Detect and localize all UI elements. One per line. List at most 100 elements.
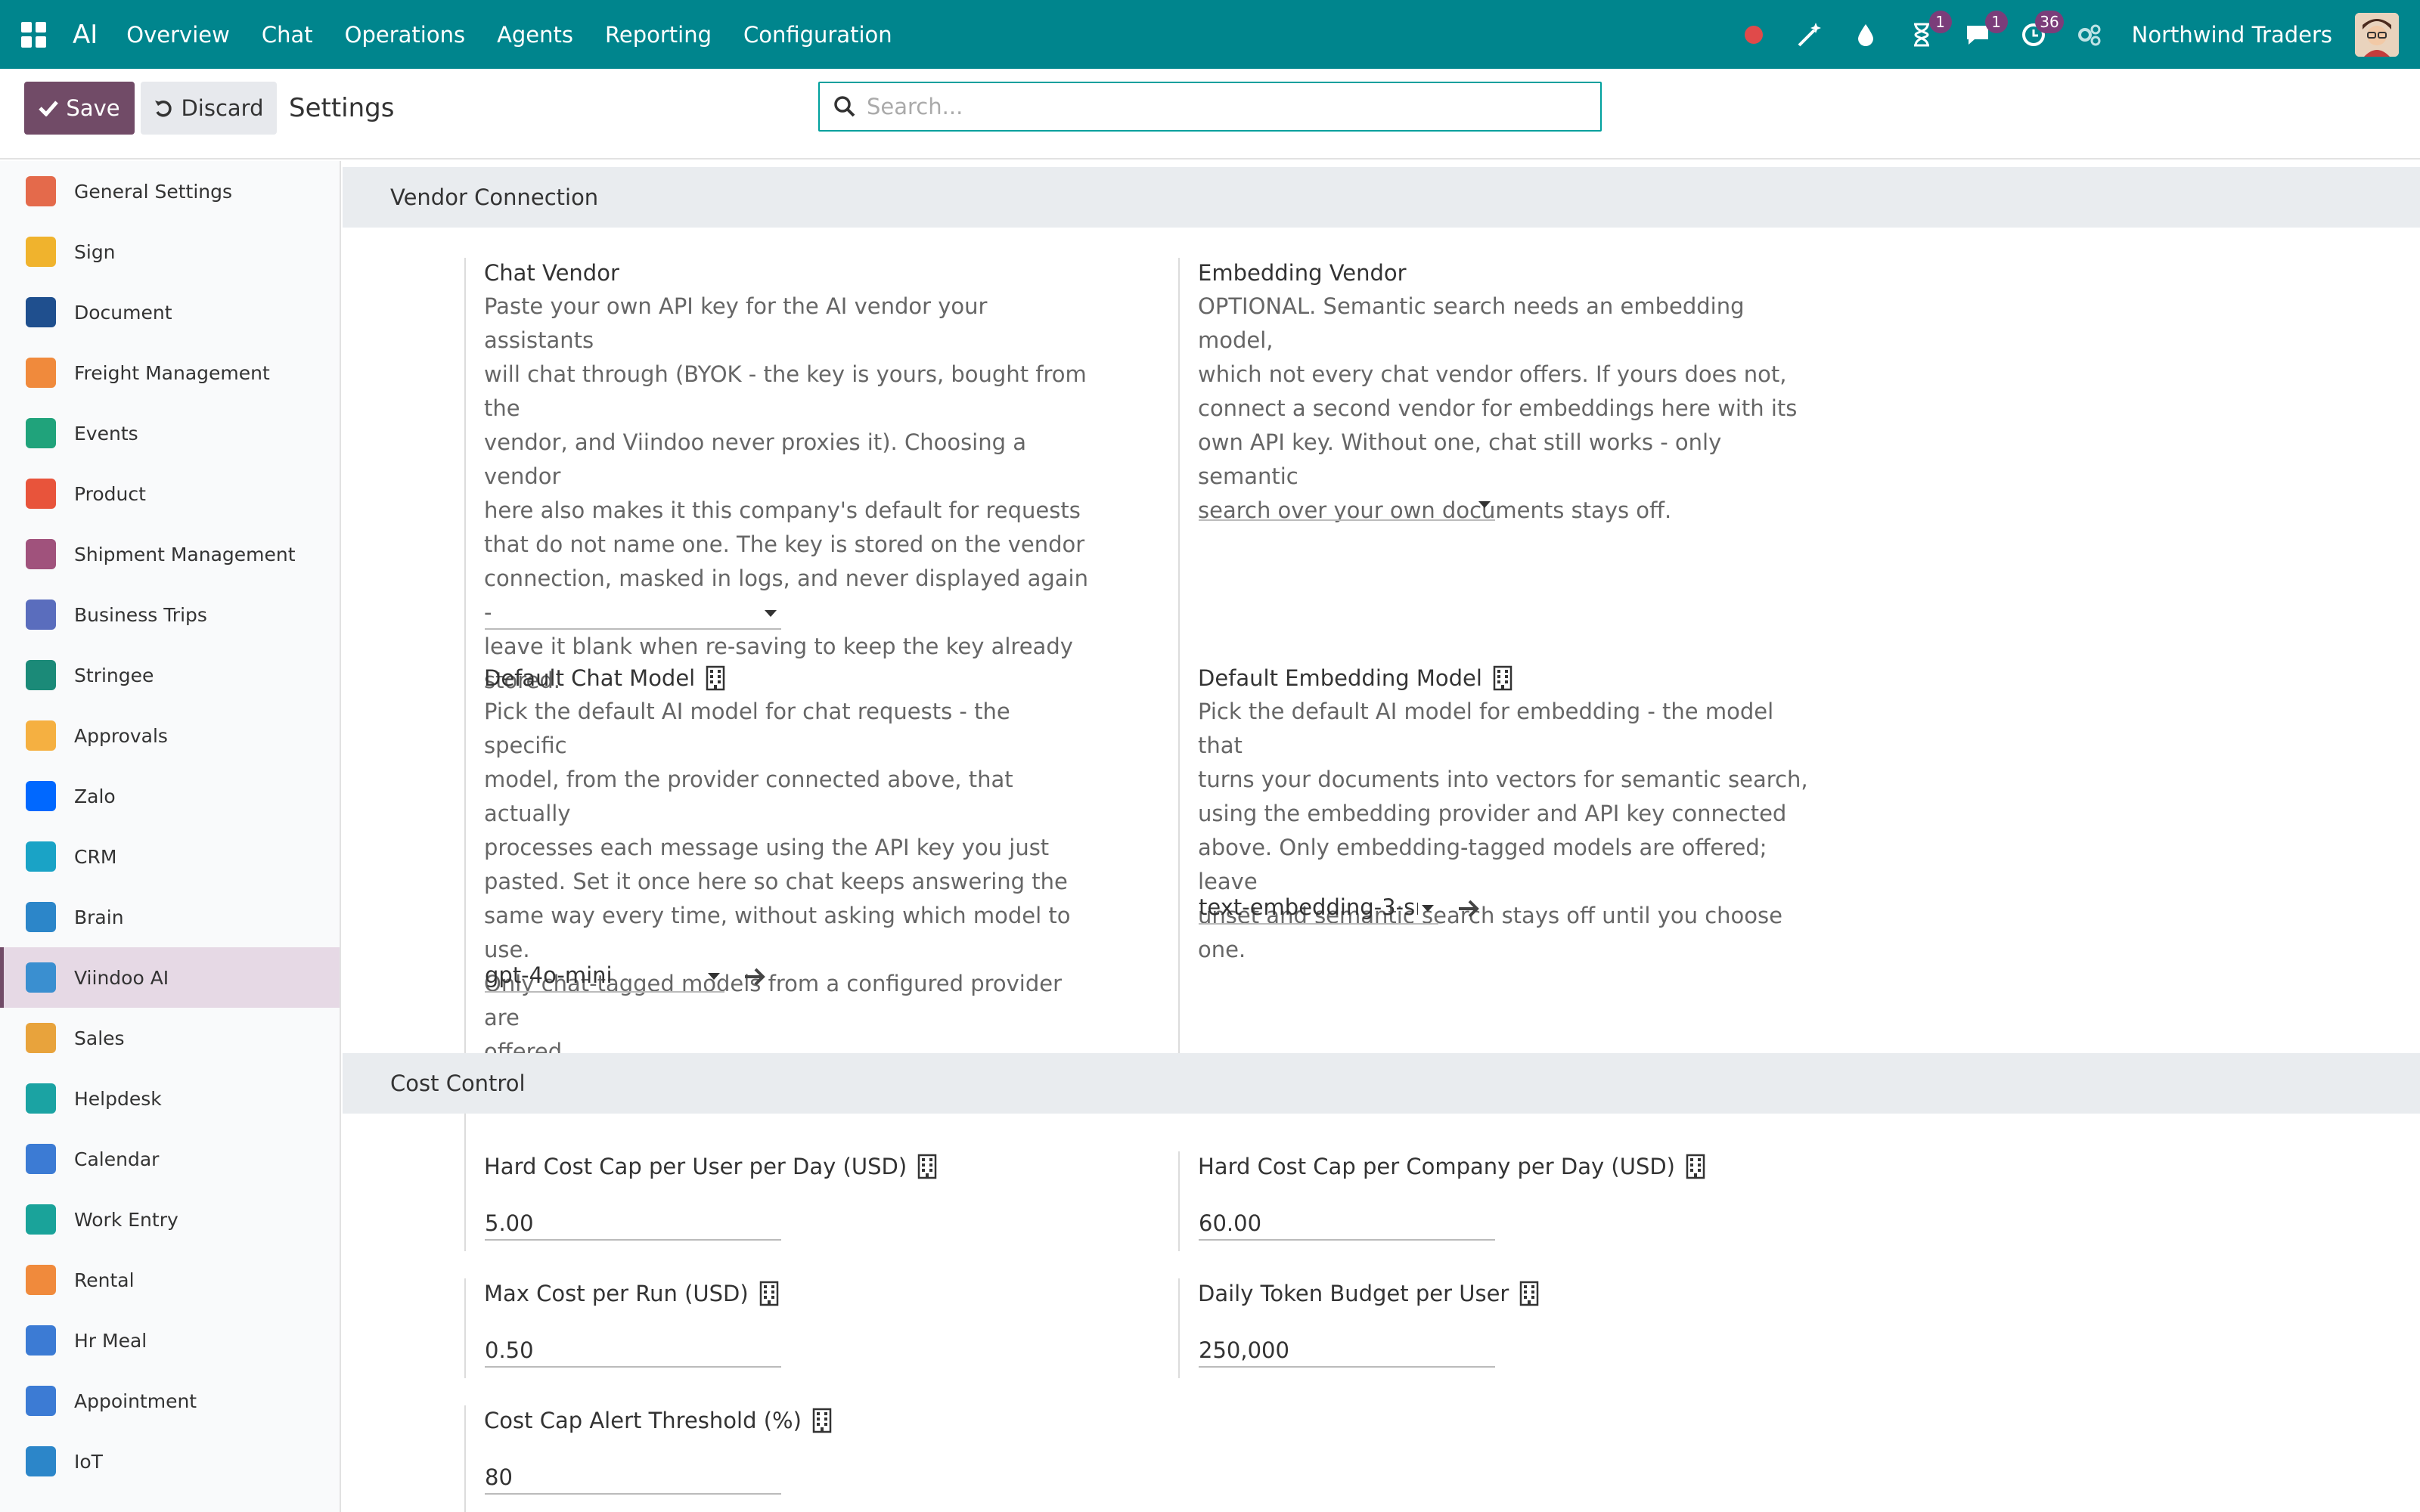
arrow-right-icon[interactable] xyxy=(743,965,768,988)
section-cost-control: Cost Control xyxy=(343,1053,2420,1114)
company-building-icon xyxy=(917,1154,937,1179)
sidebar-item-appointment[interactable]: Appointment xyxy=(0,1371,340,1431)
sidebar-item-document[interactable]: Document xyxy=(0,282,340,342)
sidebar-item-calendar[interactable]: Calendar xyxy=(0,1129,340,1189)
token-budget-input[interactable]: 250,000 xyxy=(1199,1334,1495,1368)
menu-overview[interactable]: Overview xyxy=(126,22,230,48)
sidebar-item-hr-meal[interactable]: Hr Meal xyxy=(0,1310,340,1371)
default-chat-model-label: Default Chat Model xyxy=(484,663,1100,693)
max-cost-per-run-input[interactable]: 0.50 xyxy=(485,1334,781,1368)
user-cost-cap-label: Hard Cost Cap per User per Day (USD) xyxy=(484,1151,1100,1182)
freight-icon xyxy=(26,358,56,388)
menu-operations[interactable]: Operations xyxy=(345,22,465,48)
chevron-down-icon xyxy=(1422,905,1434,912)
sidebar-item-label: Calendar xyxy=(74,1148,160,1170)
search-box[interactable] xyxy=(818,82,1602,132)
user-avatar[interactable] xyxy=(2355,12,2399,57)
sidebar-item-business-trips[interactable]: Business Trips xyxy=(0,584,340,645)
sidebar-item-label: CRM xyxy=(74,845,117,868)
save-button[interactable]: Save xyxy=(24,82,135,135)
discard-label: Discard xyxy=(181,95,264,121)
sidebar-item-label: Viindoo AI xyxy=(74,966,169,989)
sidebar-item-shipment-management[interactable]: Shipment Management xyxy=(0,524,340,584)
alert-threshold-label: Cost Cap Alert Threshold (%) xyxy=(484,1405,1100,1436)
timer-badge: 36 xyxy=(2035,10,2064,33)
general-settings-icon xyxy=(26,176,56,206)
company-cost-cap-input[interactable]: 60.00 xyxy=(1199,1207,1495,1241)
chevron-down-icon xyxy=(765,610,777,617)
discard-button[interactable]: Discard xyxy=(141,82,277,135)
company-building-icon xyxy=(812,1408,832,1433)
description-line: pasted. Set it once here so chat keeps a… xyxy=(484,869,1068,894)
sidebar-item-sales[interactable]: Sales xyxy=(0,1008,340,1068)
events-icon xyxy=(26,418,56,448)
alert-threshold-input[interactable]: 80 xyxy=(485,1461,781,1495)
sidebar-item-label: Product xyxy=(74,482,146,505)
sidebar-item-label: Sign xyxy=(74,240,116,263)
description-line: here also makes it this company's defaul… xyxy=(484,497,1081,523)
sidebar-item-stringee[interactable]: Stringee xyxy=(0,645,340,705)
menu-reporting[interactable]: Reporting xyxy=(605,22,712,48)
description-line: leave it blank when re-saving to keep th… xyxy=(484,634,1073,659)
default-embedding-model-select[interactable]: text-embedding-3-small xyxy=(1199,891,1438,925)
sidebar-item-iot[interactable]: IoT xyxy=(0,1431,340,1492)
sidebar-item-label: Approvals xyxy=(74,724,168,747)
sidebar-item-label: Rental xyxy=(74,1269,135,1291)
apps-menu-icon[interactable] xyxy=(21,21,47,48)
sidebar-item-brain[interactable]: Brain xyxy=(0,887,340,947)
sidebar-item-label: Shipment Management xyxy=(74,543,296,565)
menu-agents[interactable]: Agents xyxy=(497,22,573,48)
sidebar-item-events[interactable]: Events xyxy=(0,403,340,463)
appointment-icon xyxy=(26,1386,56,1416)
business-trips-icon xyxy=(26,600,56,630)
magic-wand-icon[interactable] xyxy=(1796,21,1823,48)
menu-configuration[interactable]: Configuration xyxy=(743,22,892,48)
default-chat-model-select[interactable]: gpt-4o-mini xyxy=(485,959,724,993)
chat-vendor-select[interactable] xyxy=(485,596,781,630)
hr-meal-icon xyxy=(26,1325,56,1356)
sidebar-item-label: Appointment xyxy=(74,1390,197,1412)
sidebar-item-label: Sales xyxy=(74,1027,125,1049)
company-name[interactable]: Northwind Traders xyxy=(2132,22,2332,48)
company-cost-cap-label: Hard Cost Cap per Company per Day (USD) xyxy=(1198,1151,1813,1182)
helpdesk-icon xyxy=(26,1083,56,1114)
sidebar-item-freight-management[interactable]: Freight Management xyxy=(0,342,340,403)
sidebar-item-work-entry[interactable]: Work Entry xyxy=(0,1189,340,1250)
recording-dot-icon[interactable] xyxy=(1740,21,1767,48)
search-input[interactable] xyxy=(867,94,1547,119)
activity-hourglass-icon[interactable]: 1 xyxy=(1908,10,1952,48)
undo-icon xyxy=(155,101,172,117)
section-vendor-connection: Vendor Connection xyxy=(343,167,2420,228)
zalo-icon xyxy=(26,781,56,811)
company-switch-icon[interactable] xyxy=(2076,21,2103,48)
arrow-right-icon[interactable] xyxy=(1457,897,1481,920)
sidebar-item-helpdesk[interactable]: Helpdesk xyxy=(0,1068,340,1129)
top-navbar: AI Overview Chat Operations Agents Repor… xyxy=(0,0,2420,69)
sidebar-item-product[interactable]: Product xyxy=(0,463,340,524)
sidebar-item-approvals[interactable]: Approvals xyxy=(0,705,340,766)
embedding-vendor-select[interactable] xyxy=(1199,488,1495,521)
sidebar-item-rental[interactable]: Rental xyxy=(0,1250,340,1310)
setting-default-embedding-model: Default Embedding Model Pick the default… xyxy=(1178,663,1813,1105)
document-icon xyxy=(26,297,56,327)
sidebar-item-viindoo-ai[interactable]: Viindoo AI xyxy=(0,947,340,1008)
sidebar-item-zalo[interactable]: Zalo xyxy=(0,766,340,826)
control-panel: Save Discard Settings xyxy=(0,69,2420,160)
sidebar-item-sign[interactable]: Sign xyxy=(0,222,340,282)
droplet-icon[interactable] xyxy=(1852,21,1879,48)
timer-icon[interactable]: 36 xyxy=(2020,10,2064,48)
max-cost-per-run-label: Max Cost per Run (USD) xyxy=(484,1278,1100,1309)
approvals-icon xyxy=(26,720,56,751)
sidebar-item-crm[interactable]: CRM xyxy=(0,826,340,887)
app-brand[interactable]: AI xyxy=(73,20,98,50)
menu-chat[interactable]: Chat xyxy=(262,22,313,48)
search-icon xyxy=(834,96,855,117)
default-embedding-model-label: Default Embedding Model xyxy=(1198,663,1813,693)
chat-vendor-description: Paste your own API key for the AI vendor… xyxy=(484,290,1100,698)
sign-icon xyxy=(26,237,56,267)
sidebar-item-general-settings[interactable]: General Settings xyxy=(0,161,340,222)
messages-icon[interactable]: 1 xyxy=(1964,10,2008,48)
page-title: Settings xyxy=(289,93,395,123)
user-cost-cap-input[interactable]: 5.00 xyxy=(485,1207,781,1241)
description-line: model, from the provider connected above… xyxy=(484,767,1013,826)
